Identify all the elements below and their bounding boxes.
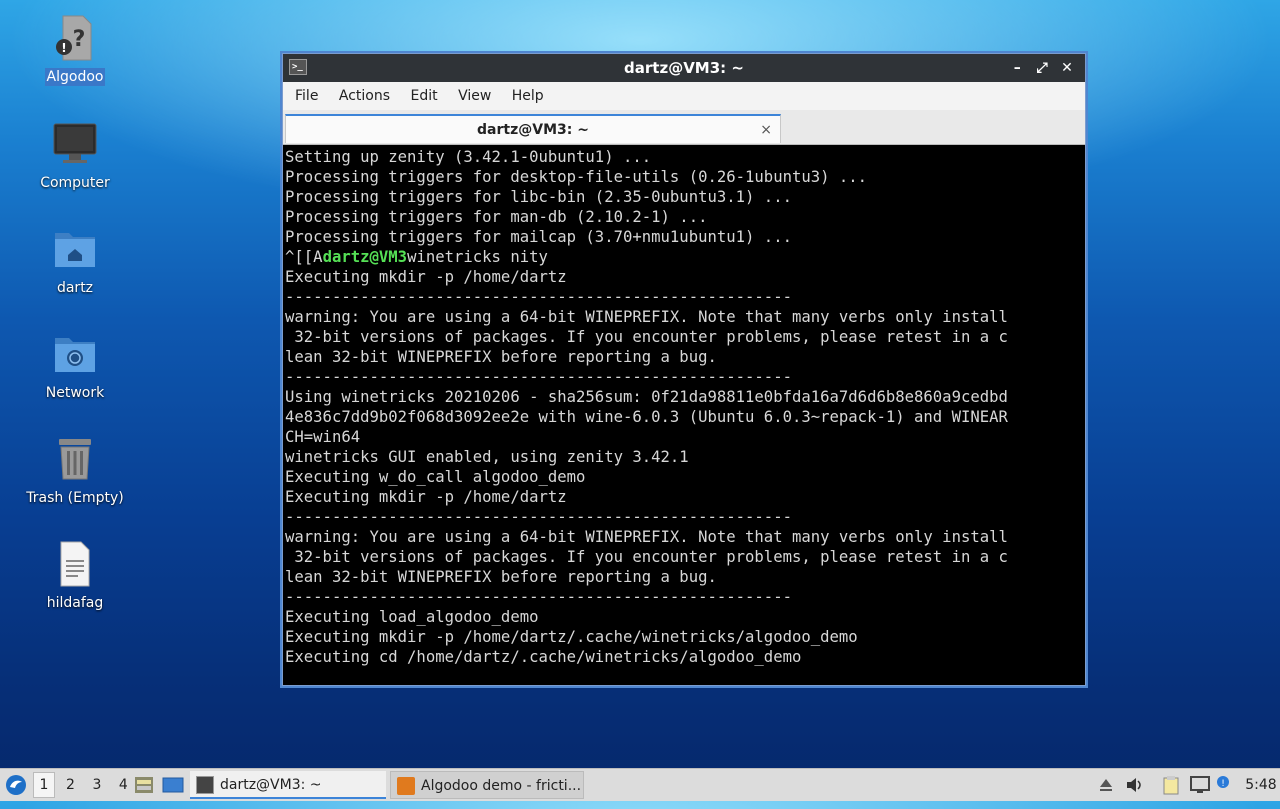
- clipboard-icon[interactable]: [1162, 769, 1184, 801]
- unknown-file-icon: ? !: [51, 14, 99, 62]
- terminal-line: Executing w_do_call algodoo_demo: [285, 468, 586, 486]
- home-folder-icon: [51, 225, 99, 273]
- eject-tray-icon[interactable]: [1098, 769, 1118, 801]
- desktop-icon-label: Network: [45, 385, 105, 401]
- volume-icon[interactable]: [1126, 769, 1146, 801]
- workspace-4[interactable]: 4: [112, 769, 134, 801]
- desktop-icon-home[interactable]: dartz: [20, 225, 130, 297]
- desktop-icon-label: dartz: [56, 280, 94, 296]
- desktop-icon-algodoo[interactable]: ? ! Algodoo: [20, 14, 130, 86]
- window-title: dartz@VM3: ~: [624, 59, 744, 77]
- terminal-line: ----------------------------------------…: [285, 508, 792, 526]
- terminal-icon: >_: [289, 59, 307, 75]
- close-button[interactable]: ✕: [1057, 54, 1077, 82]
- clock[interactable]: 5:48: [1244, 769, 1278, 801]
- task-algodoo[interactable]: Algodoo demo - fricti...: [390, 771, 584, 799]
- file-manager-launcher[interactable]: [134, 769, 156, 801]
- terminal-line: 32-bit versions of packages. If you enco…: [285, 328, 1008, 346]
- terminal-window[interactable]: >_ dartz@VM3: ~ – ⤢ ✕ File Actions Edit …: [282, 53, 1086, 686]
- desktop-icon-network[interactable]: Network: [20, 330, 130, 402]
- terminal-line: Processing triggers for man-db (2.10.2-1…: [285, 208, 708, 226]
- task-terminal[interactable]: dartz@VM3: ~: [190, 771, 386, 799]
- terminal-line: Executing mkdir -p /home/dartz: [285, 268, 567, 286]
- terminal-output[interactable]: Setting up zenity (3.42.1-0ubuntu1) ... P…: [283, 145, 1085, 683]
- terminal-line: Executing mkdir -p /home/dartz: [285, 488, 567, 506]
- svg-text:!: !: [61, 41, 66, 55]
- terminal-line: 32-bit versions of packages. If you enco…: [285, 548, 1008, 566]
- trash-icon: [51, 435, 99, 483]
- minimize-button[interactable]: –: [1007, 54, 1027, 82]
- desktop-icon-label: Algodoo: [44, 68, 106, 86]
- workspace-1[interactable]: 1: [33, 772, 55, 798]
- tab-bar: dartz@VM3: ~ ×: [283, 110, 1085, 145]
- window-titlebar[interactable]: >_ dartz@VM3: ~ – ⤢ ✕: [283, 54, 1085, 82]
- tab-close-icon[interactable]: ×: [760, 116, 772, 144]
- terminal-line: CH=win64: [285, 428, 361, 446]
- terminal-line: Executing cd /home/dartz/.cache/winetric…: [285, 648, 802, 666]
- terminal-icon: [196, 776, 214, 794]
- desktop-icon-label: Computer: [40, 175, 110, 191]
- prompt-user: dartz@VM3: [322, 248, 408, 266]
- terminal-line: Processing triggers for libc-bin (2.35-0…: [285, 188, 792, 206]
- computer-icon: [51, 120, 99, 168]
- terminal-line: warning: You are using a 64-bit WINEPREF…: [285, 308, 1008, 326]
- terminal-line: ----------------------------------------…: [285, 588, 792, 606]
- tab-title: dartz@VM3: ~: [477, 122, 589, 138]
- desktop-icon: [162, 777, 184, 793]
- maximize-button[interactable]: ⤢: [1032, 54, 1052, 82]
- workspace-2[interactable]: 2: [59, 769, 81, 801]
- lubuntu-logo-icon: [6, 775, 26, 795]
- svg-text:?: ?: [73, 27, 86, 52]
- start-menu-button[interactable]: [4, 769, 30, 801]
- task-label: Algodoo demo - fricti...: [421, 778, 582, 794]
- workspace-3[interactable]: 3: [86, 769, 108, 801]
- terminal-line: Setting up zenity (3.42.1-0ubuntu1) ...: [285, 148, 652, 166]
- text-file-icon: [51, 540, 99, 588]
- menu-edit[interactable]: Edit: [402, 88, 445, 104]
- terminal-line: ----------------------------------------…: [285, 288, 792, 306]
- workspace-switcher: 1 2 3 4: [33, 769, 134, 801]
- menu-view[interactable]: View: [450, 88, 499, 104]
- terminal-line: Processing triggers for mailcap (3.70+nm…: [285, 228, 792, 246]
- network-tray-icon[interactable]: [1190, 769, 1212, 801]
- terminal-line: ----------------------------------------…: [285, 368, 792, 386]
- terminal-line: Executing load_algodoo_demo: [285, 608, 539, 626]
- notification-icon[interactable]: !: [1216, 769, 1236, 801]
- menu-actions[interactable]: Actions: [331, 88, 398, 104]
- task-label: dartz@VM3: ~: [220, 777, 322, 793]
- tab-terminal[interactable]: dartz@VM3: ~ ×: [285, 114, 781, 143]
- terminal-line: lean 32-bit WINEPREFIX before reporting …: [285, 568, 717, 586]
- prompt-prefix: ^[[A: [285, 248, 323, 266]
- desktop-icon-computer[interactable]: Computer: [20, 120, 130, 192]
- menu-bar: File Actions Edit View Help: [283, 82, 1085, 110]
- desktop-icon-label: Trash (Empty): [26, 490, 124, 506]
- menu-help[interactable]: Help: [504, 88, 552, 104]
- prompt-command: winetricks nity: [407, 248, 548, 266]
- desktop-icon-label: hildafag: [46, 595, 104, 611]
- file-cabinet-icon: [135, 777, 153, 793]
- network-folder-icon: [51, 330, 99, 378]
- desktop-icon-trash[interactable]: Trash (Empty): [20, 435, 130, 507]
- menu-file[interactable]: File: [287, 88, 326, 104]
- terminal-line: Using winetricks 20210206 - sha256sum: 0…: [285, 388, 1008, 406]
- terminal-line: 4e836c7dd9b02f068d3092ee2e with wine-6.0…: [285, 408, 1008, 426]
- terminal-line: warning: You are using a 64-bit WINEPREF…: [285, 528, 1008, 546]
- terminal-line: Processing triggers for desktop-file-uti…: [285, 168, 868, 186]
- terminal-line: Executing mkdir -p /home/dartz/.cache/wi…: [285, 628, 858, 646]
- show-desktop-button[interactable]: [162, 769, 184, 801]
- terminal-prompt-line: ^[[Adartz@VM3winetricks nity: [285, 247, 1083, 267]
- algodoo-icon: [397, 777, 415, 795]
- desktop-icon-hildafag[interactable]: hildafag: [20, 540, 130, 612]
- svg-text:!: !: [1221, 779, 1225, 789]
- terminal-line: winetricks GUI enabled, using zenity 3.4…: [285, 448, 689, 466]
- terminal-line: lean 32-bit WINEPREFIX before reporting …: [285, 348, 717, 366]
- taskbar: 1 2 3 4 dartz@VM3: ~ Algodoo demo - fric…: [0, 768, 1280, 801]
